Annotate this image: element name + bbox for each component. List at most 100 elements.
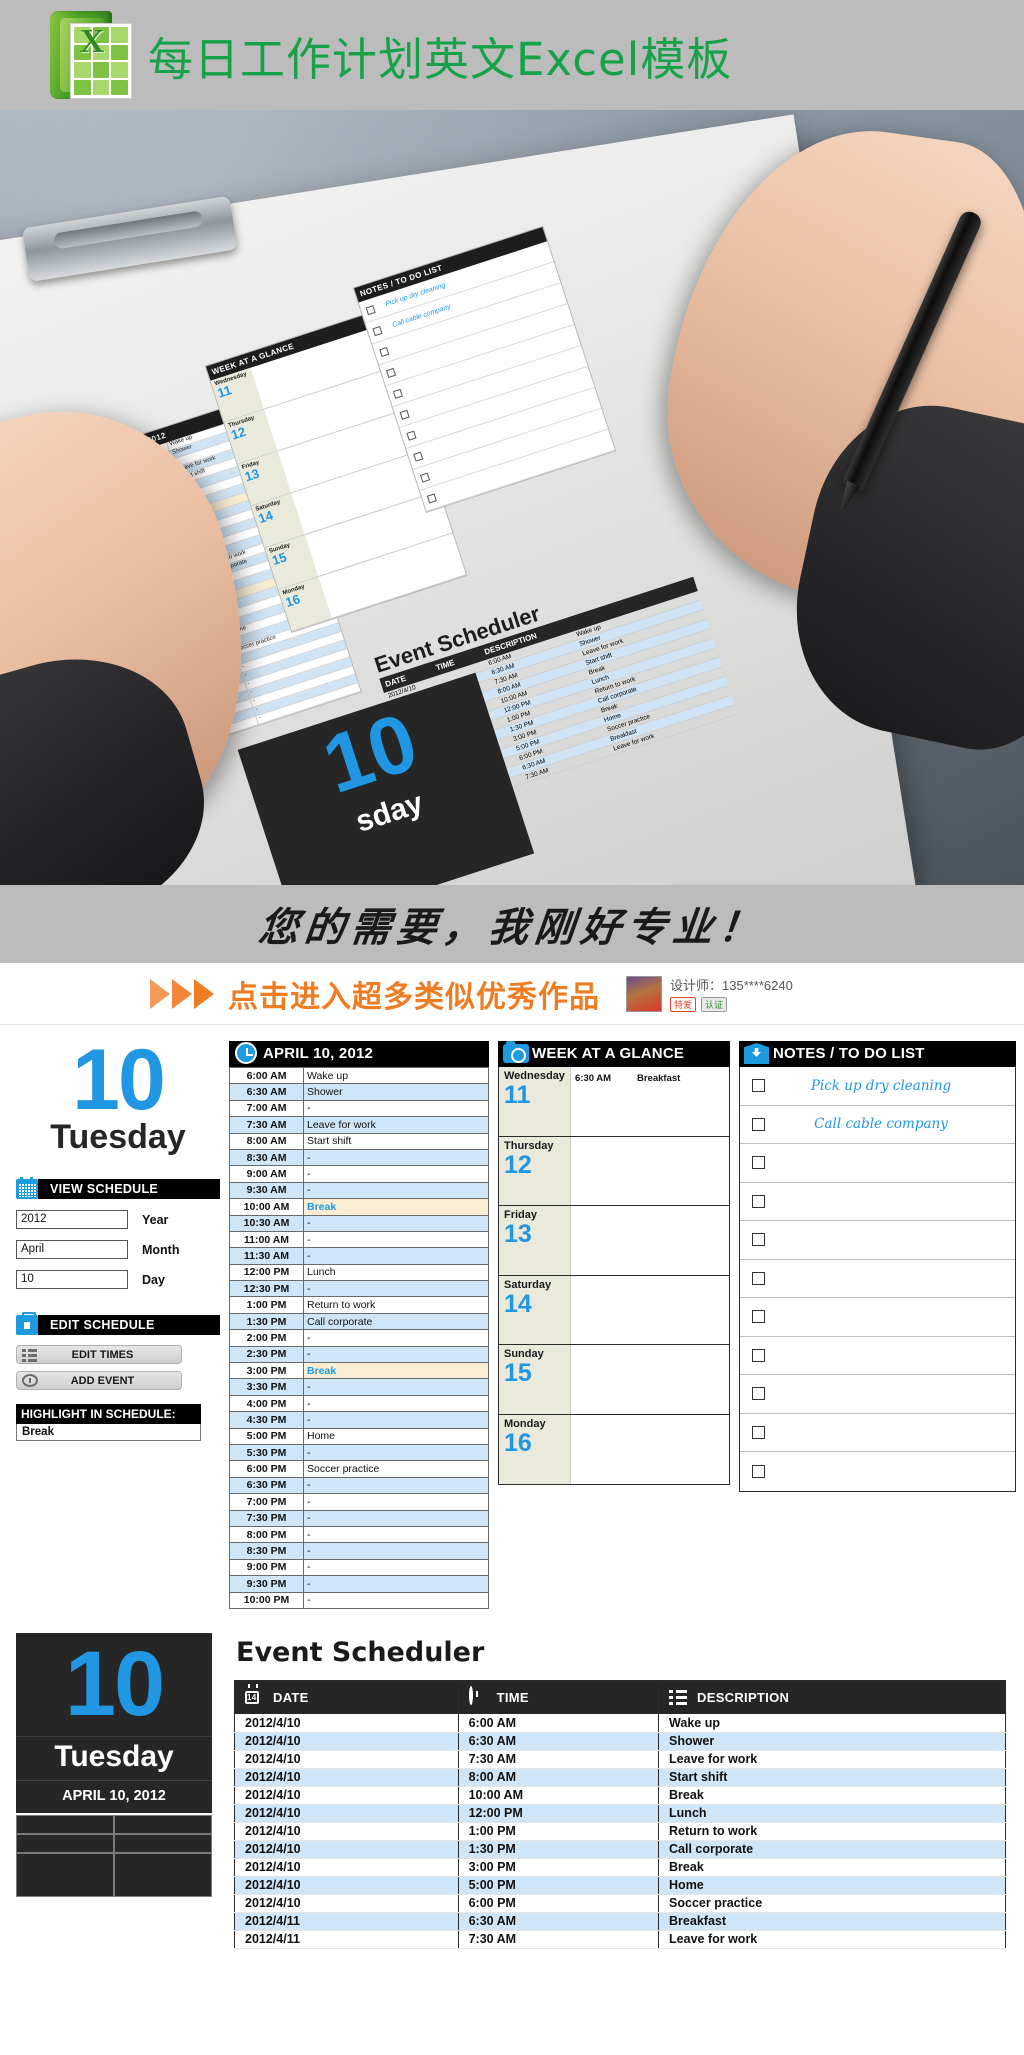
note-item[interactable]	[740, 1144, 1015, 1183]
week-day-events[interactable]	[571, 1206, 729, 1275]
event-row[interactable]: 2012/4/11 7:30 AM Leave for work	[234, 1930, 1006, 1949]
week-day-cell[interactable]: Monday 16	[499, 1414, 729, 1484]
event-row[interactable]: 2012/4/10 1:30 PM Call corporate	[234, 1840, 1006, 1859]
note-item[interactable]: Call cable company	[740, 1106, 1015, 1144]
week-day-events[interactable]: 6:30 AM Breakfast	[571, 1067, 729, 1136]
event-row[interactable]: 2012/4/10 12:00 PM Lunch	[234, 1804, 1006, 1823]
add-event-button[interactable]: ADD EVENT	[16, 1371, 182, 1391]
schedule-row[interactable]: 9:30 AM -	[229, 1181, 489, 1200]
week-day-cell[interactable]: Saturday 14	[499, 1275, 729, 1345]
promo-banner[interactable]: 点击进入超多类似优秀作品 设计师：135****6240 特爱 认证	[0, 963, 1024, 1025]
schedule-row[interactable]: 3:30 PM -	[229, 1378, 489, 1396]
event-row[interactable]: 2012/4/10 6:00 AM Wake up	[234, 1714, 1006, 1733]
note-checkbox[interactable]	[752, 1156, 765, 1170]
event-row[interactable]: 2012/4/10 7:30 AM Leave for work	[234, 1750, 1006, 1769]
schedule-row[interactable]: 7:30 AM Leave for work	[229, 1116, 489, 1134]
event-row[interactable]: 2012/4/10 5:00 PM Home	[234, 1876, 1006, 1895]
schedule-row-description[interactable]: -	[303, 1280, 489, 1298]
schedule-row-description[interactable]: -	[303, 1099, 489, 1118]
schedule-row[interactable]: 5:30 PM -	[229, 1443, 489, 1462]
schedule-row-description[interactable]: Break	[303, 1198, 489, 1216]
schedule-row[interactable]: 2:00 PM -	[229, 1329, 489, 1347]
note-checkbox[interactable]	[752, 1117, 765, 1131]
column-header-date[interactable]: 14 DATE	[234, 1680, 459, 1715]
week-day-cell[interactable]: Sunday 15	[499, 1345, 729, 1415]
note-item[interactable]	[740, 1414, 1015, 1452]
week-day-cell[interactable]: Thursday 12	[499, 1136, 729, 1206]
month-input[interactable]: April	[16, 1240, 128, 1260]
schedule-row[interactable]: 6:30 AM Shower	[229, 1083, 489, 1101]
schedule-row[interactable]: 9:00 PM -	[229, 1558, 489, 1577]
schedule-row[interactable]: 6:00 PM Soccer practice	[229, 1460, 489, 1478]
schedule-row-description[interactable]: Call corporate	[303, 1312, 489, 1331]
schedule-row[interactable]: 10:00 AM Break	[229, 1198, 489, 1216]
schedule-row[interactable]: 8:00 AM Start shift	[229, 1132, 489, 1150]
schedule-row[interactable]: 4:00 PM -	[229, 1394, 489, 1413]
note-item[interactable]	[740, 1375, 1015, 1414]
note-item[interactable]	[740, 1221, 1015, 1260]
designer-info[interactable]: 设计师：135****6240 特爱 认证	[626, 975, 793, 1012]
schedule-row-description[interactable]: Wake up	[303, 1066, 489, 1085]
schedule-row-description[interactable]: -	[303, 1329, 489, 1347]
note-item[interactable]	[740, 1298, 1015, 1337]
year-input[interactable]: 2012	[16, 1210, 128, 1230]
week-day-events[interactable]	[571, 1136, 729, 1205]
day-input[interactable]: 10	[16, 1270, 128, 1290]
schedule-row-description[interactable]: -	[303, 1165, 489, 1183]
schedule-row-description[interactable]: Soccer practice	[303, 1460, 489, 1478]
schedule-row[interactable]: 7:00 PM -	[229, 1493, 489, 1511]
schedule-row[interactable]: 5:00 PM Home	[229, 1427, 489, 1445]
schedule-row[interactable]: 9:30 PM -	[229, 1575, 489, 1593]
week-day-events[interactable]	[571, 1275, 729, 1344]
schedule-row-description[interactable]: Home	[303, 1427, 489, 1445]
schedule-row-description[interactable]: Return to work	[303, 1296, 489, 1314]
schedule-row-description[interactable]: Start shift	[303, 1132, 489, 1150]
schedule-row-description[interactable]: Lunch	[303, 1263, 489, 1282]
note-checkbox[interactable]	[752, 1464, 765, 1478]
note-checkbox[interactable]	[752, 1425, 765, 1439]
schedule-row-description[interactable]: Leave for work	[303, 1116, 489, 1134]
week-day-cell[interactable]: Wednesday 11 6:30 AM Breakfast	[499, 1067, 729, 1137]
schedule-row[interactable]: 8:00 PM -	[229, 1525, 489, 1544]
schedule-row[interactable]: 12:30 PM -	[229, 1280, 489, 1298]
note-item[interactable]	[740, 1452, 1015, 1491]
event-row[interactable]: 2012/4/10 6:30 AM Shower	[234, 1732, 1006, 1751]
note-checkbox[interactable]	[752, 1387, 765, 1401]
note-item[interactable]	[740, 1337, 1015, 1375]
note-checkbox[interactable]	[752, 1348, 765, 1362]
edit-times-button[interactable]: EDIT TIMES	[16, 1345, 182, 1365]
schedule-row-description[interactable]: -	[303, 1575, 489, 1593]
column-header-time[interactable]: TIME	[458, 1680, 660, 1715]
schedule-row-description[interactable]: -	[303, 1493, 489, 1511]
event-row[interactable]: 2012/4/10 6:00 PM Soccer practice	[234, 1894, 1006, 1913]
schedule-row-description[interactable]: -	[303, 1247, 489, 1265]
schedule-row-description[interactable]: -	[303, 1558, 489, 1577]
schedule-row-description[interactable]: -	[303, 1378, 489, 1396]
promo-link-text[interactable]: 点击进入超多类似优秀作品	[228, 972, 600, 1016]
schedule-row-description[interactable]: -	[303, 1394, 489, 1413]
note-text[interactable]: Call cable company	[765, 1116, 1015, 1132]
schedule-row[interactable]: 7:30 PM -	[229, 1509, 489, 1527]
schedule-row-description[interactable]: -	[303, 1214, 489, 1232]
schedule-row[interactable]: 12:00 PM Lunch	[229, 1263, 489, 1282]
schedule-row[interactable]: 7:00 AM -	[229, 1099, 489, 1118]
schedule-row[interactable]: 8:30 PM -	[229, 1542, 489, 1560]
schedule-row-description[interactable]: -	[303, 1542, 489, 1560]
schedule-row-description[interactable]: -	[303, 1411, 489, 1429]
schedule-row[interactable]: 6:30 PM -	[229, 1476, 489, 1495]
event-row[interactable]: 2012/4/10 3:00 PM Break	[234, 1858, 1006, 1877]
schedule-row[interactable]: 11:00 AM -	[229, 1230, 489, 1249]
schedule-row-description[interactable]: -	[303, 1443, 489, 1462]
schedule-row[interactable]: 8:30 AM -	[229, 1148, 489, 1167]
schedule-row[interactable]: 3:00 PM Break	[229, 1362, 489, 1380]
schedule-row[interactable]: 1:30 PM Call corporate	[229, 1312, 489, 1331]
highlight-value-input[interactable]: Break	[16, 1424, 201, 1442]
schedule-row-description[interactable]: -	[303, 1591, 489, 1609]
note-checkbox[interactable]	[752, 1233, 765, 1247]
schedule-row-description[interactable]: -	[303, 1345, 489, 1364]
schedule-row[interactable]: 1:00 PM Return to work	[229, 1296, 489, 1314]
schedule-row-description[interactable]: -	[303, 1476, 489, 1495]
schedule-row-description[interactable]: -	[303, 1181, 489, 1200]
week-day-events[interactable]	[571, 1345, 729, 1414]
note-item[interactable]: Pick up dry cleaning	[740, 1067, 1015, 1106]
